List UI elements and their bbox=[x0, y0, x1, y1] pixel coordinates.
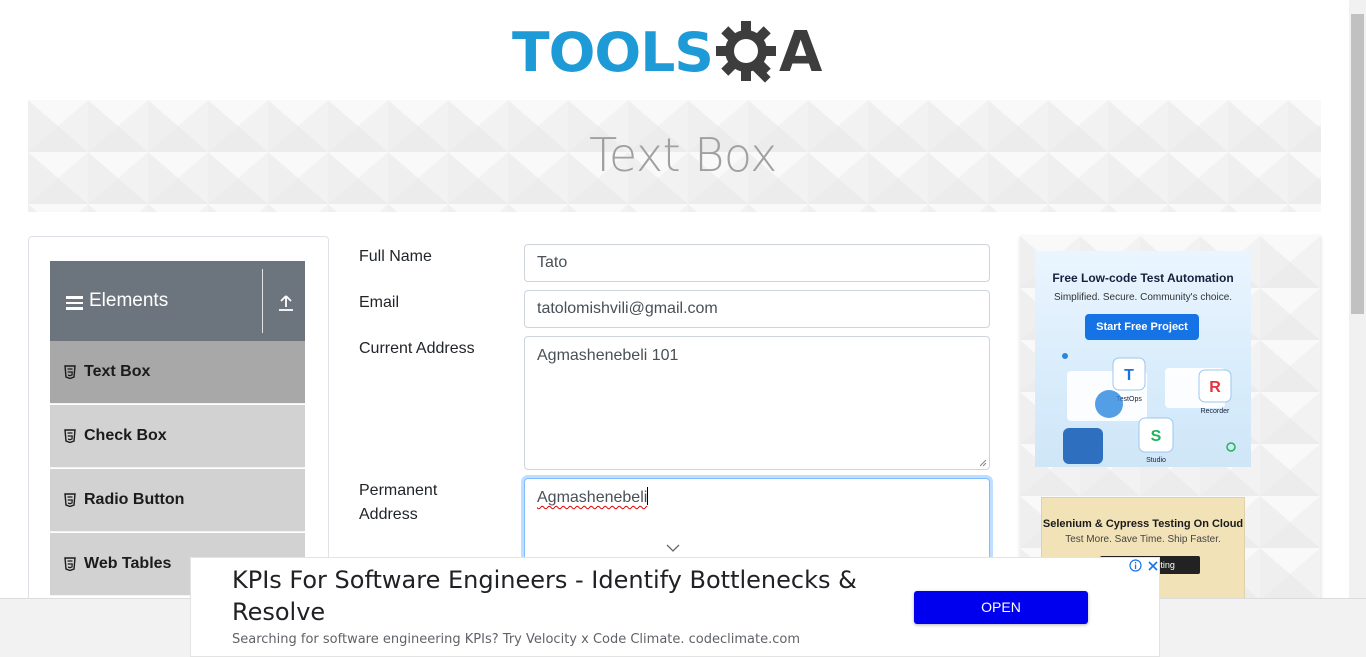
bottom-ad[interactable]: KPIs For Software Engineers - Identify B… bbox=[190, 557, 1160, 657]
menu-icon bbox=[66, 296, 83, 310]
svg-text:T: T bbox=[1124, 367, 1134, 384]
svg-text:S: S bbox=[1151, 428, 1162, 445]
sidebar-item-label: Web Tables bbox=[84, 555, 172, 572]
sidebar-item-label: Radio Button bbox=[84, 491, 185, 508]
permanent-address-label: Permanent Address bbox=[359, 479, 437, 527]
full-name-label: Full Name bbox=[359, 248, 432, 265]
email-label: Email bbox=[359, 294, 400, 311]
current-address-label: Current Address bbox=[359, 340, 475, 357]
tile-studio: Studio bbox=[1146, 457, 1166, 464]
scrollbar-thumb[interactable] bbox=[1351, 14, 1364, 314]
permanent-address-value: Agmashenebeli bbox=[537, 489, 648, 506]
elements-group-header[interactable]: Elements bbox=[50, 261, 305, 341]
sidebar-item-text-box[interactable]: Text Box bbox=[50, 341, 305, 404]
resize-handle-icon[interactable] bbox=[979, 459, 987, 467]
current-address-value: Agmashenebeli 101 bbox=[537, 347, 679, 364]
html5-icon bbox=[64, 429, 76, 443]
info-icon[interactable] bbox=[1128, 558, 1143, 573]
html5-icon bbox=[64, 493, 76, 507]
bottom-ad-title[interactable]: KPIs For Software Engineers - Identify B… bbox=[232, 564, 882, 628]
toolsqa-logo[interactable]: TOOLS A bbox=[512, 14, 838, 92]
chevron-down-icon[interactable] bbox=[666, 543, 680, 553]
ad-subtitle: Simplified. Secure. Community's choice. bbox=[1053, 292, 1233, 303]
html5-icon bbox=[64, 557, 76, 571]
upload-collapse-icon[interactable] bbox=[278, 294, 294, 312]
bottom-ad-description: Searching for software engineering KPIs?… bbox=[232, 632, 800, 647]
close-icon[interactable] bbox=[1145, 558, 1160, 573]
email-input[interactable]: tatolomishvili@gmail.com bbox=[524, 290, 990, 328]
ad-subtitle: Test More. Save Time. Ship Faster. bbox=[1065, 534, 1221, 545]
open-button[interactable]: OPEN bbox=[914, 591, 1088, 624]
svg-text:R: R bbox=[1209, 379, 1221, 396]
sidebar-item-check-box[interactable]: Check Box bbox=[50, 405, 305, 468]
header-divider bbox=[262, 269, 263, 333]
current-address-textarea[interactable]: Agmashenebeli 101 bbox=[524, 336, 990, 470]
ad-title: Selenium & Cypress Testing On Cloud bbox=[1042, 518, 1244, 530]
page-scrollbar[interactable] bbox=[1349, 0, 1366, 657]
full-name-input[interactable]: Tato bbox=[524, 244, 990, 282]
group-title: Elements bbox=[89, 290, 169, 311]
ad-title: Free Low-code Test Automation bbox=[1052, 271, 1234, 285]
logo-tools-text: TOOLS bbox=[512, 21, 714, 84]
permanent-address-label-line2: Address bbox=[359, 506, 418, 523]
start-free-project-button[interactable]: Start Free Project bbox=[1085, 314, 1199, 340]
sidebar-item-label: Check Box bbox=[84, 427, 167, 444]
tile-recorder: Recorder bbox=[1201, 408, 1230, 415]
page-title: Text Box bbox=[589, 128, 777, 182]
sidebar-item-label: Text Box bbox=[84, 363, 151, 380]
text-caret bbox=[647, 487, 649, 505]
logo-a-text: A bbox=[778, 20, 823, 85]
ad-illustration: T TestOps R Recorder S Studio bbox=[1062, 353, 1236, 464]
page: TOOLS A Text Box Elements Text Box Check… bbox=[0, 0, 1366, 657]
html5-icon bbox=[64, 365, 76, 379]
permanent-address-label-line1: Permanent bbox=[359, 482, 438, 499]
ad-choices[interactable] bbox=[1128, 558, 1160, 574]
gear-magnifier-icon bbox=[715, 21, 776, 83]
katalon-ad[interactable]: Free Low-code Test Automation Simplified… bbox=[1035, 251, 1251, 467]
sidebar-item-radio-button[interactable]: Radio Button bbox=[50, 469, 305, 532]
